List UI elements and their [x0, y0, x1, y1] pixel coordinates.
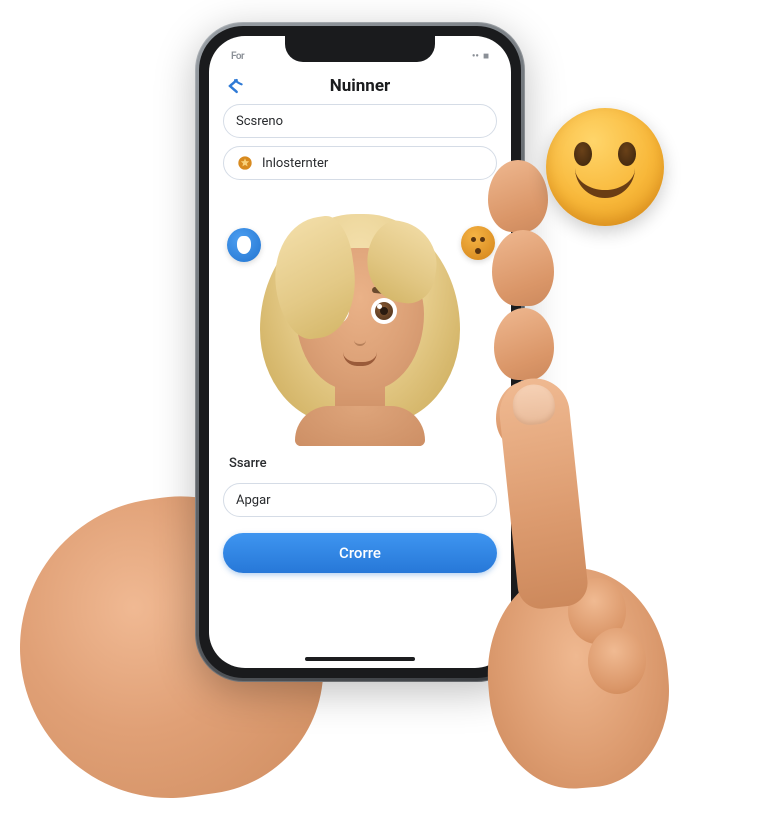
field-first[interactable]: Scsreno: [223, 104, 497, 138]
notch: [285, 36, 435, 62]
field-second-value: Inlosternter: [262, 156, 328, 171]
star-icon: [236, 154, 254, 172]
battery-icon: ■: [483, 51, 489, 62]
chevron-left-icon: [225, 76, 245, 96]
field-input-value: Apgar: [236, 493, 271, 508]
field-first-value: Scsreno: [236, 114, 283, 129]
field-second[interactable]: Inlosternter: [223, 146, 497, 180]
smile-emoji: [546, 108, 664, 226]
surprise-icon[interactable]: [461, 226, 495, 260]
app-header: Nuinner: [209, 66, 511, 104]
hand-right: [448, 388, 708, 808]
page-title: Nuinner: [330, 76, 390, 96]
home-indicator[interactable]: [305, 657, 415, 661]
back-button[interactable]: [223, 74, 247, 98]
create-button-label: Crorre: [339, 544, 381, 562]
status-time: For: [231, 51, 244, 62]
signal-icon: ••: [472, 51, 479, 62]
scene-root: For •• ■ Nuinner: [0, 0, 768, 768]
avatar-image[interactable]: [255, 196, 465, 436]
